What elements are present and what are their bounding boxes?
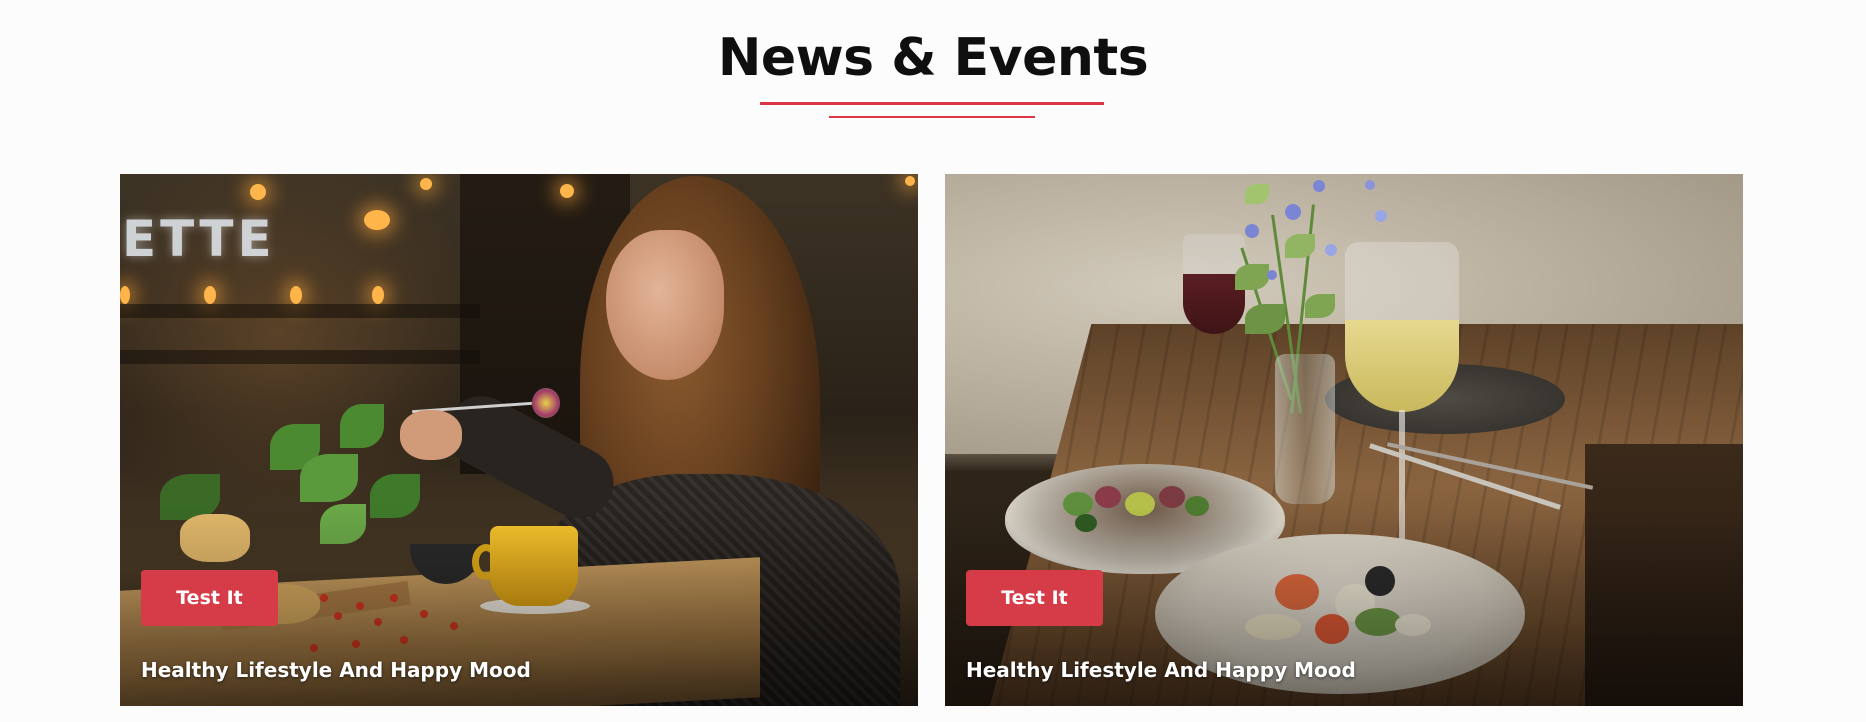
- photo-detail: [120, 350, 480, 364]
- photo-detail: [1313, 180, 1325, 192]
- card-title[interactable]: Healthy Lifestyle And Happy Mood: [966, 658, 1356, 682]
- photo-detail: [1245, 184, 1269, 204]
- photo-detail: [1345, 242, 1459, 412]
- photo-detail: [1245, 304, 1285, 334]
- photo-detail: [1159, 486, 1185, 508]
- title-underline-short: [829, 116, 1035, 118]
- photo-detail: [1267, 270, 1277, 280]
- photo-detail: [120, 304, 480, 318]
- test-it-button[interactable]: Test It: [141, 570, 278, 626]
- photo-detail: [364, 210, 390, 230]
- photo-detail: [250, 184, 266, 200]
- photo-detail: [1245, 224, 1259, 238]
- photo-detail: [290, 286, 302, 304]
- card-photo-cafe: ETTE: [120, 174, 918, 706]
- photo-detail: [905, 176, 915, 186]
- section-title: News & Events: [717, 28, 1149, 88]
- photo-detail: [1285, 204, 1301, 220]
- title-underline-long: [760, 102, 1104, 105]
- photo-detail: [340, 404, 384, 448]
- photo-detail: [204, 286, 216, 304]
- photo-detail: [1095, 486, 1121, 508]
- news-card-1[interactable]: ETTE Test It Healthy Lifestyle And Happy…: [120, 174, 918, 706]
- test-it-button[interactable]: Test It: [966, 570, 1103, 626]
- photo-detail: [560, 184, 574, 198]
- card-photo-table: [945, 174, 1743, 706]
- photo-detail: [606, 230, 724, 380]
- photo-detail: [1275, 354, 1335, 504]
- photo-detail: [532, 388, 560, 418]
- photo-detail: [300, 454, 358, 502]
- photo-detail: [1375, 210, 1387, 222]
- photo-detail: [1365, 180, 1375, 190]
- card-title[interactable]: Healthy Lifestyle And Happy Mood: [141, 658, 531, 682]
- photo-detail: [420, 178, 432, 190]
- news-card-2[interactable]: Test It Healthy Lifestyle And Happy Mood: [945, 174, 1743, 706]
- photo-detail: [1285, 234, 1315, 258]
- photo-detail: [1305, 294, 1335, 318]
- photo-detail: [1235, 264, 1269, 290]
- photo-detail: [372, 286, 384, 304]
- photo-detail: [120, 286, 130, 304]
- photo-sign-text: ETTE: [122, 210, 276, 268]
- photo-detail: [400, 410, 462, 460]
- photo-detail: [1325, 244, 1337, 256]
